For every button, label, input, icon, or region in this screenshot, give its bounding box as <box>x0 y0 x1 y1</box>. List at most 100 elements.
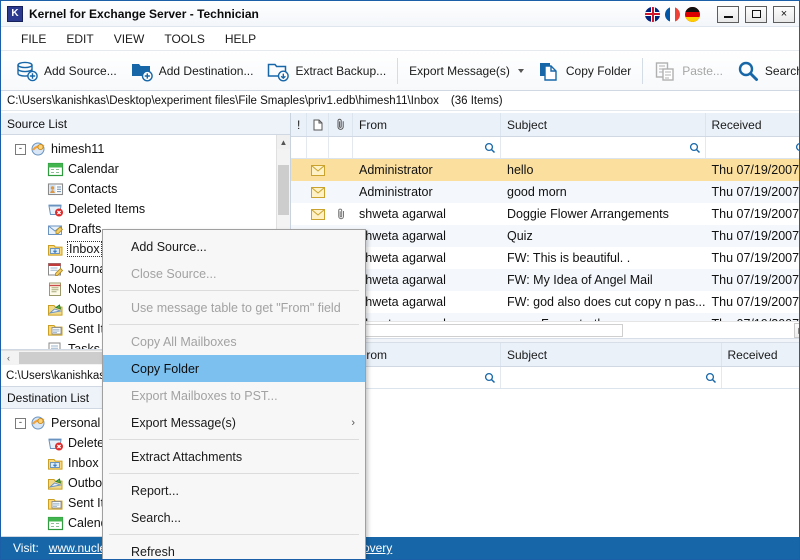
mail-icon <box>307 186 329 198</box>
menu-tools[interactable]: TOOLS <box>154 29 214 49</box>
cell-subject: good morn <box>507 185 567 199</box>
table-row[interactable]: shweta agarwal Doggie Flower Arrangements… <box>291 203 799 225</box>
column-subject[interactable]: Subject <box>501 343 722 366</box>
context-menu-item-label: Close Source... <box>131 266 217 281</box>
toolbar-add-destination[interactable]: Add Destination... <box>124 55 261 87</box>
message-grid-rows[interactable]: Administrator hello Thu 07/19/2007 Administ… <box>291 159 800 321</box>
menu-file[interactable]: FILE <box>11 29 56 49</box>
attachment-icon <box>329 208 353 220</box>
toolbar-add-source[interactable]: Add Source... <box>9 55 124 87</box>
scroll-thumb[interactable] <box>278 165 289 215</box>
inbox-icon <box>47 241 64 257</box>
column-document-icon[interactable] <box>307 113 329 136</box>
context-menu[interactable]: Add Source... Close Source... Use message … <box>102 229 366 559</box>
message-grid: ! From Subject Received Administrator he… <box>291 113 800 338</box>
close-button[interactable]: × <box>773 5 795 23</box>
chevron-down-icon[interactable] <box>517 68 524 73</box>
column-received[interactable]: Received <box>706 113 800 136</box>
filter-attachment <box>329 137 353 158</box>
column-importance[interactable]: ! <box>291 113 307 136</box>
tree-node[interactable]: Calendar <box>1 159 276 179</box>
toolbar-copy-folder-label: Copy Folder <box>565 63 632 78</box>
column-from[interactable]: From <box>353 343 501 366</box>
filter-subject[interactable] <box>501 367 722 388</box>
title-bar: K Kernel for Exchange Server - Technicia… <box>1 1 799 27</box>
menu-separator <box>109 324 359 325</box>
toolbar-search[interactable]: Search <box>730 55 799 87</box>
database-add-icon <box>16 60 38 82</box>
cell-from: shweta agarwal <box>359 229 446 243</box>
message-grid-header: ! From Subject Received <box>291 113 800 137</box>
title-bar-controls: × <box>645 1 795 27</box>
column-from[interactable]: From <box>353 113 501 136</box>
destination-grid: ! From Subject Received <box>291 343 800 537</box>
cell-received: Thu 07/19/2007 <box>711 185 800 199</box>
menu-view[interactable]: VIEW <box>104 29 155 49</box>
scroll-right-icon[interactable]: ▶ <box>793 322 799 338</box>
table-row[interactable]: shweta agarwalsome Funny truthsThu 07/19… <box>291 313 799 321</box>
context-menu-item[interactable]: Search... <box>103 504 365 531</box>
message-grid-hscrollbar[interactable]: ▶ <box>291 321 799 338</box>
tasks-icon <box>47 341 64 349</box>
maximize-button[interactable] <box>745 5 767 23</box>
filter-from[interactable] <box>353 137 501 158</box>
table-row[interactable]: shweta agarwal Quiz Thu 07/19/2007 <box>291 225 799 247</box>
tree-node[interactable]: - himesh11 <box>1 139 276 159</box>
source-list-title: Source List <box>7 116 68 131</box>
tree-node-label: Deleted Items <box>68 202 146 216</box>
table-row[interactable]: shweta agarwal FW: god also does cut copy… <box>291 291 799 313</box>
column-attachment-icon[interactable] <box>329 113 353 136</box>
context-menu-item[interactable]: Export Message(s) › <box>103 409 365 436</box>
france-flag-icon[interactable] <box>665 6 680 22</box>
toolbar-copy-folder[interactable]: Copy Folder <box>531 55 638 87</box>
submenu-arrow-icon: › <box>351 416 355 429</box>
toolbar-extract-backup-label: Extract Backup... <box>295 63 387 78</box>
context-menu-item[interactable]: Add Source... <box>103 233 365 260</box>
scroll-up-icon[interactable]: ▲ <box>277 135 290 149</box>
toolbar-separator-2 <box>642 57 644 84</box>
minimize-button[interactable] <box>717 5 739 23</box>
uk-flag-icon[interactable] <box>645 6 660 22</box>
path-bar: C:\Users\kanishkas\Desktop\experiment fi… <box>1 91 799 111</box>
toolbar-export-messages[interactable]: Export Message(s) <box>402 55 531 87</box>
scroll-left-icon[interactable]: ‹ <box>1 353 16 363</box>
context-menu-item[interactable]: Copy Folder <box>103 355 365 382</box>
tree-node[interactable]: Contacts <box>1 179 276 199</box>
cell-from: Administrator <box>359 163 433 177</box>
table-row[interactable]: Administrator good morn Thu 07/19/2007 <box>291 181 800 203</box>
filter-received[interactable] <box>722 367 800 388</box>
mailbox-icon <box>30 415 47 431</box>
collapse-icon[interactable]: - <box>15 417 26 429</box>
toolbar-paste[interactable]: Paste... <box>647 55 730 87</box>
menu-edit[interactable]: EDIT <box>56 29 103 49</box>
context-menu-item[interactable]: Refresh <box>103 538 365 559</box>
destination-grid-rows[interactable] <box>291 389 799 537</box>
column-received[interactable]: Received <box>722 343 800 366</box>
table-row[interactable]: Administrator hello Thu 07/19/2007 <box>291 159 799 181</box>
context-menu-item-label: Copy Folder <box>131 361 200 376</box>
filter-received[interactable] <box>706 137 799 158</box>
path-text: C:\Users\kanishkas\Desktop\experiment fi… <box>7 94 439 107</box>
message-grid-panel: ! From Subject Received Administrator he… <box>291 113 800 338</box>
table-row[interactable]: shweta agarwal FW: My Idea of Angel Mail T… <box>291 269 799 291</box>
toolbar-extract-backup[interactable]: Extract Backup... <box>260 55 393 87</box>
tree-node[interactable]: Deleted Items <box>1 199 276 219</box>
destination-grid-panel: ! From Subject Received <box>291 343 800 537</box>
table-row[interactable]: shweta agarwal FW: This is beautiful. . Th… <box>291 247 799 269</box>
sent-items-icon <box>47 321 64 337</box>
filter-from[interactable] <box>353 367 501 388</box>
filter-subject[interactable] <box>501 137 706 158</box>
toolbar-add-destination-label: Add Destination... <box>158 63 254 78</box>
column-subject[interactable]: Subject <box>501 113 706 136</box>
context-menu-item[interactable]: Extract Attachments <box>103 443 365 470</box>
collapse-icon[interactable]: - <box>15 143 26 155</box>
context-menu-item[interactable]: Report... <box>103 477 365 504</box>
germany-flag-icon[interactable] <box>685 6 700 22</box>
menu-bar: FILE EDIT VIEW TOOLS HELP <box>1 27 799 51</box>
window-title: Kernel for Exchange Server - Technician <box>29 6 259 21</box>
context-menu-item-label: Copy All Mailboxes <box>131 334 237 349</box>
menu-separator <box>109 473 359 474</box>
toolbar-search-label: Search <box>764 63 799 78</box>
menu-help[interactable]: HELP <box>215 29 266 49</box>
calendar-icon <box>47 161 64 177</box>
